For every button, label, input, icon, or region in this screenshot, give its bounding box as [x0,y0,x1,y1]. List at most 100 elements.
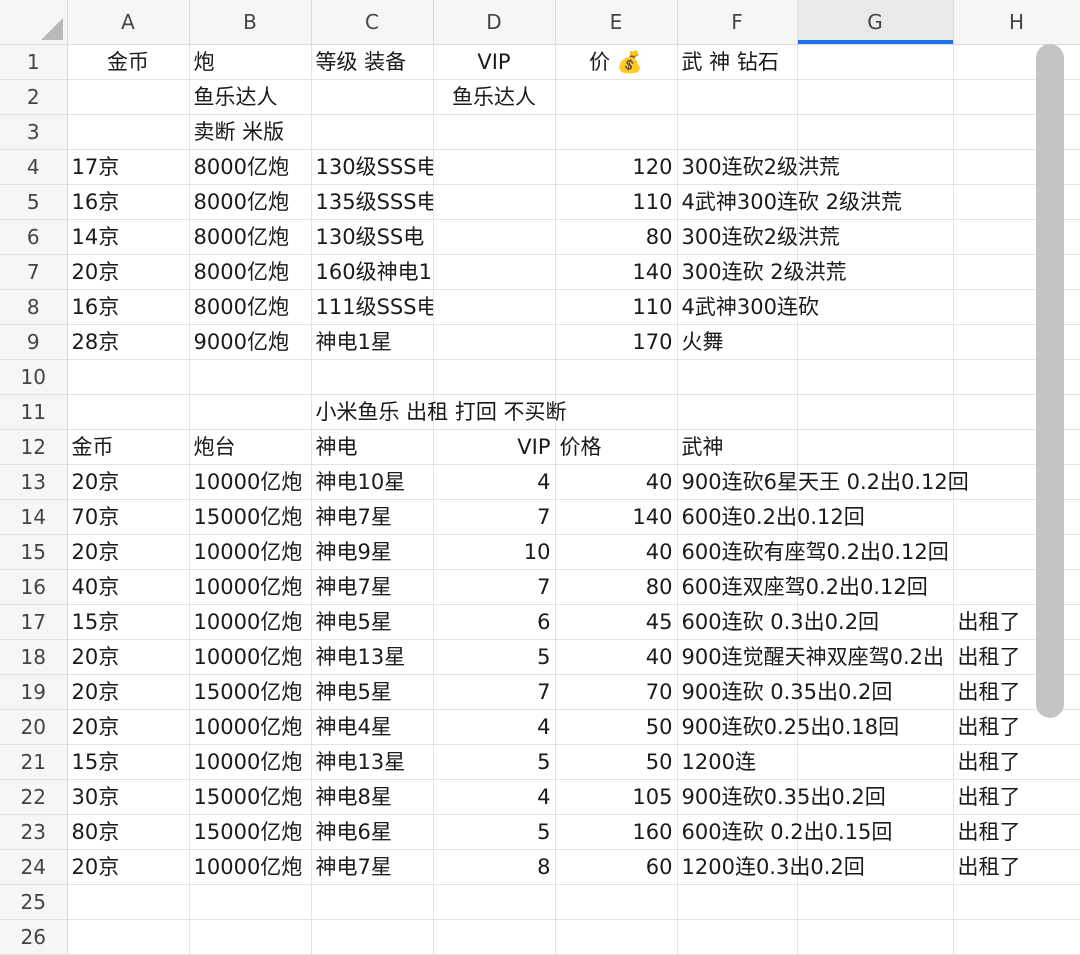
vertical-scrollbar[interactable] [1036,44,1064,718]
cell-b[interactable] [189,394,312,430]
cell-b[interactable]: 鱼乐达人 [189,79,312,115]
cell-a[interactable]: 20京 [67,674,190,710]
cell-e[interactable]: 140 [555,254,678,290]
cell-f[interactable]: 600连双座驾0.2出0.12回 [677,569,928,605]
cell-e[interactable]: 170 [555,324,678,360]
cell-d[interactable] [433,184,556,220]
cell-d[interactable]: 8 [433,849,556,885]
cell-g[interactable] [797,324,954,360]
cell-d[interactable] [433,149,556,185]
cell-e[interactable]: 140 [555,499,678,535]
cell-e[interactable] [555,79,678,115]
cell-e[interactable] [555,359,678,395]
cell-a[interactable] [67,359,190,395]
cell-a[interactable]: 40京 [67,569,190,605]
cell-c[interactable]: 神电7星 [311,569,434,605]
cell-d[interactable] [433,359,556,395]
cell-h[interactable]: 出租了 [953,709,1080,745]
cell-c[interactable]: 小米鱼乐 出租 打回 不买断 [311,394,567,430]
cell-f[interactable] [677,394,798,430]
cell-b[interactable]: 卖断 米版 [189,114,312,150]
cell-d[interactable]: 4 [433,709,556,745]
cell-a[interactable] [67,114,190,150]
cell-a[interactable]: 20京 [67,534,190,570]
column-header-h[interactable]: H [953,0,1080,45]
cell-f[interactable]: 900连砍0.25出0.18回 [677,709,899,745]
cell-d[interactable]: 4 [433,779,556,815]
cell-e[interactable]: 40 [555,464,678,500]
row-header[interactable]: 22 [0,779,68,815]
cell-e[interactable]: 105 [555,779,678,815]
cell-c[interactable]: 160级神电1星V5 [311,254,434,290]
cell-f[interactable]: 4武神300连砍 [677,289,819,325]
cell-e[interactable]: 80 [555,219,678,255]
cell-g[interactable] [797,289,954,325]
cell-e[interactable]: 价 💰 [555,44,678,80]
row-header[interactable]: 8 [0,289,68,325]
cell-c[interactable]: 神电10星 [311,464,434,500]
cell-a[interactable] [67,79,190,115]
column-header-c[interactable]: C [311,0,434,45]
cell-f[interactable]: 600连砍 0.2出0.15回 [677,814,892,850]
cell-f[interactable]: 1200连0.3出0.2回 [677,849,865,885]
cell-d[interactable]: 7 [433,569,556,605]
cell-d[interactable]: 5 [433,814,556,850]
row-header[interactable]: 5 [0,184,68,220]
row-header[interactable]: 7 [0,254,68,290]
cell-c[interactable]: 130级SS电 [311,219,434,255]
cell-a[interactable]: 20京 [67,639,190,675]
cell-c[interactable]: 神电5星 [311,674,434,710]
cell-d[interactable] [433,919,556,955]
row-header[interactable]: 24 [0,849,68,885]
cell-d[interactable]: 5 [433,744,556,780]
cell-c[interactable]: 135级SSS电 [311,184,434,220]
cell-e[interactable]: 110 [555,289,678,325]
cell-b[interactable] [189,884,312,920]
cell-a[interactable]: 16京 [67,184,190,220]
row-header[interactable]: 17 [0,604,68,640]
cell-a[interactable]: 金币 [67,429,190,465]
cell-f[interactable]: 300连砍2级洪荒 [677,219,840,255]
row-header[interactable]: 9 [0,324,68,360]
column-header-d[interactable]: D [433,0,556,45]
cell-c[interactable]: 神电5星 [311,604,434,640]
cell-g[interactable] [797,884,954,920]
cell-b[interactable]: 8000亿炮 [189,149,312,185]
cell-c[interactable]: 神电6星 [311,814,434,850]
cell-b[interactable]: 10000亿炮 [189,569,312,605]
cell-d[interactable]: 10 [433,534,556,570]
cell-b[interactable] [189,359,312,395]
column-header-e[interactable]: E [555,0,678,45]
cell-d[interactable]: 7 [433,499,556,535]
row-header[interactable]: 3 [0,114,68,150]
cell-f[interactable] [677,79,798,115]
cell-g[interactable] [797,114,954,150]
cell-c[interactable]: 神电7星 [311,499,434,535]
cell-a[interactable]: 20京 [67,849,190,885]
cell-e[interactable]: 60 [555,849,678,885]
cell-d[interactable] [433,324,556,360]
cell-b[interactable]: 15000亿炮 [189,499,312,535]
cell-a[interactable]: 16京 [67,289,190,325]
cell-e[interactable]: 40 [555,639,678,675]
cell-g[interactable] [797,359,954,395]
cell-f[interactable]: 900连砍6星天王 0.2出0.12回 [677,464,969,500]
row-header[interactable]: 10 [0,359,68,395]
cell-c[interactable]: 神电13星 [311,744,434,780]
cell-e[interactable]: 70 [555,674,678,710]
cell-e[interactable]: 40 [555,534,678,570]
cell-f[interactable]: 600连0.2出0.12回 [677,499,865,535]
cell-a[interactable]: 20京 [67,464,190,500]
cell-e[interactable]: 120 [555,149,678,185]
cell-a[interactable]: 80京 [67,814,190,850]
row-header[interactable]: 12 [0,429,68,465]
cell-h[interactable] [953,919,1080,955]
cell-f[interactable] [677,884,798,920]
cell-b[interactable]: 9000亿炮 [189,324,312,360]
row-header[interactable]: 18 [0,639,68,675]
column-header-b[interactable]: B [189,0,312,45]
cell-c[interactable] [311,884,434,920]
row-header[interactable]: 14 [0,499,68,535]
cell-d[interactable]: 7 [433,674,556,710]
cell-d[interactable]: 4 [433,464,556,500]
